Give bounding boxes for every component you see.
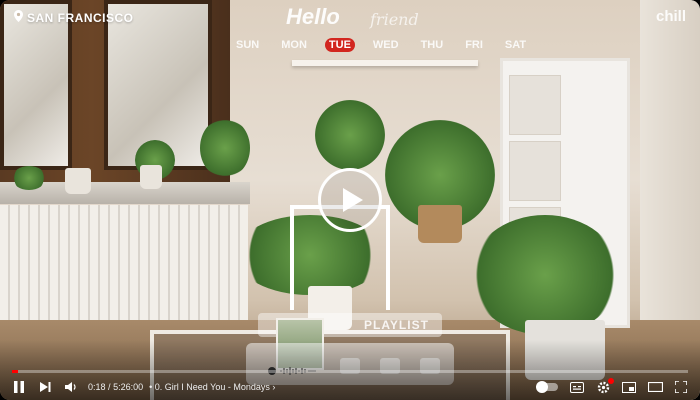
right-controls <box>532 374 694 400</box>
plant <box>315 100 385 170</box>
large-play-button[interactable] <box>318 168 382 232</box>
progress-played <box>12 370 19 373</box>
wall-shelf <box>292 60 478 66</box>
play-icon <box>342 188 363 212</box>
captions-icon <box>570 381 584 393</box>
playlist-label: PLAYLIST <box>364 318 429 332</box>
weekday-fri: FRI <box>465 39 483 51</box>
chapter-text: 0. Girl I Need You - Mondays <box>154 382 270 392</box>
duration: 5:26:00 <box>113 382 144 392</box>
window-pane-left <box>0 0 72 170</box>
location-text: SAN FRANCISCO <box>27 10 134 25</box>
fullscreen-button[interactable] <box>668 375 694 399</box>
weekday-sat: SAT <box>504 39 527 51</box>
theater-mode-icon <box>647 382 663 392</box>
theater-mode-button[interactable] <box>642 375 668 399</box>
location-pin-icon <box>14 10 23 25</box>
volume-icon <box>65 382 76 392</box>
hd-badge-icon <box>608 378 614 384</box>
next-button[interactable] <box>32 375 58 399</box>
control-bar: 0:18 / 5:26:00 • 0. Girl I Need You - Mo… <box>0 374 700 400</box>
weekday-mon: MON <box>281 39 307 51</box>
settings-button[interactable] <box>590 375 616 399</box>
chapter-title[interactable]: • 0. Girl I Need You - Mondays › <box>149 382 275 392</box>
pot <box>140 165 162 189</box>
fullscreen-icon <box>675 381 687 393</box>
channel-logo[interactable]: chill <box>656 8 686 25</box>
bookcase-cell <box>509 75 561 135</box>
weekday-tue: TUE <box>324 38 355 52</box>
plant <box>200 118 250 178</box>
chevron-right-icon: › <box>272 382 276 392</box>
greeting-title: Hello <box>286 4 340 29</box>
pause-button[interactable] <box>6 375 32 399</box>
time-display: 0:18 / 5:26:00 <box>88 382 143 392</box>
window-frame <box>0 0 230 190</box>
video-player[interactable]: SAN FRANCISCO chill Hello friend SUN MON… <box>0 0 700 400</box>
time-separator: / <box>108 382 111 392</box>
basket-pot <box>418 205 462 243</box>
pause-icon <box>14 381 24 393</box>
location-label: SAN FRANCISCO <box>14 10 134 25</box>
weekday-row: SUN MON TUE WED THU FRI SAT <box>232 38 530 52</box>
greeting-subtitle: friend <box>370 10 419 29</box>
volume-button[interactable] <box>58 375 84 399</box>
autoplay-toggle[interactable] <box>536 381 558 393</box>
plant <box>12 166 46 190</box>
current-time: 0:18 <box>88 382 106 392</box>
weekday-sun: SUN <box>236 39 260 51</box>
next-icon <box>39 382 50 392</box>
pot <box>65 168 91 194</box>
bookcase-cell <box>509 141 561 201</box>
weekday-wed: WED <box>372 39 399 51</box>
captions-button[interactable] <box>564 375 590 399</box>
progress-bar[interactable] <box>12 370 688 373</box>
miniplayer-button[interactable] <box>616 375 642 399</box>
miniplayer-icon <box>622 381 636 393</box>
plant <box>470 215 620 335</box>
weekday-thu: THU <box>420 39 444 51</box>
chapter-separator-icon: • <box>149 382 153 392</box>
